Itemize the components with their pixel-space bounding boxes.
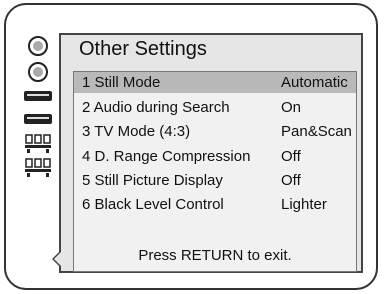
menu-title: Other Settings [79, 38, 207, 60]
menu-item-still-picture-display[interactable]: 5 Still Picture Display Off [74, 170, 356, 191]
menu-item-tv-mode[interactable]: 3 TV Mode (4:3) Pan&Scan [74, 121, 356, 142]
menu-item-still-mode[interactable]: 1 Still Mode Automatic [74, 72, 356, 93]
menu-item-value: Off [281, 172, 301, 189]
disc-icon[interactable] [28, 36, 48, 56]
menu-item-value: Off [281, 148, 301, 165]
disc-icon[interactable] [28, 62, 48, 82]
menu-item-value: Pan&Scan [281, 123, 352, 140]
menu-item-value: On [281, 99, 302, 116]
player-deck-icon[interactable] [24, 114, 52, 124]
menu-item-value: Automatic [281, 74, 348, 91]
menu-item-label: 3 TV Mode (4:3) [82, 123, 191, 140]
menu-pointer [52, 250, 61, 268]
menu-item-value: Lighter [281, 196, 327, 213]
menu-item-audio-during-search[interactable]: 2 Audio during Search On [74, 97, 356, 118]
menu-item-black-level-control[interactable]: 6 Black Level Control Lighter [74, 194, 356, 215]
menu-item-label: 5 Still Picture Display [82, 172, 223, 189]
speaker-setup-icon[interactable] [24, 158, 52, 178]
menu-item-label: 1 Still Mode [82, 74, 161, 91]
menu-item-label: 2 Audio during Search [82, 99, 230, 116]
speaker-setup-icon[interactable] [24, 134, 52, 154]
menu-item-label: 4 D. Range Compression [82, 148, 251, 165]
menu-item-d-range-compression[interactable]: 4 D. Range Compression Off [74, 146, 356, 167]
settings-list: 1 Still Mode Automatic 2 Audio during Se… [73, 71, 357, 272]
player-deck-icon[interactable] [24, 91, 52, 101]
menu-footer-hint: Press RETURN to exit. [138, 247, 292, 264]
menu-item-label: 6 Black Level Control [82, 196, 224, 213]
